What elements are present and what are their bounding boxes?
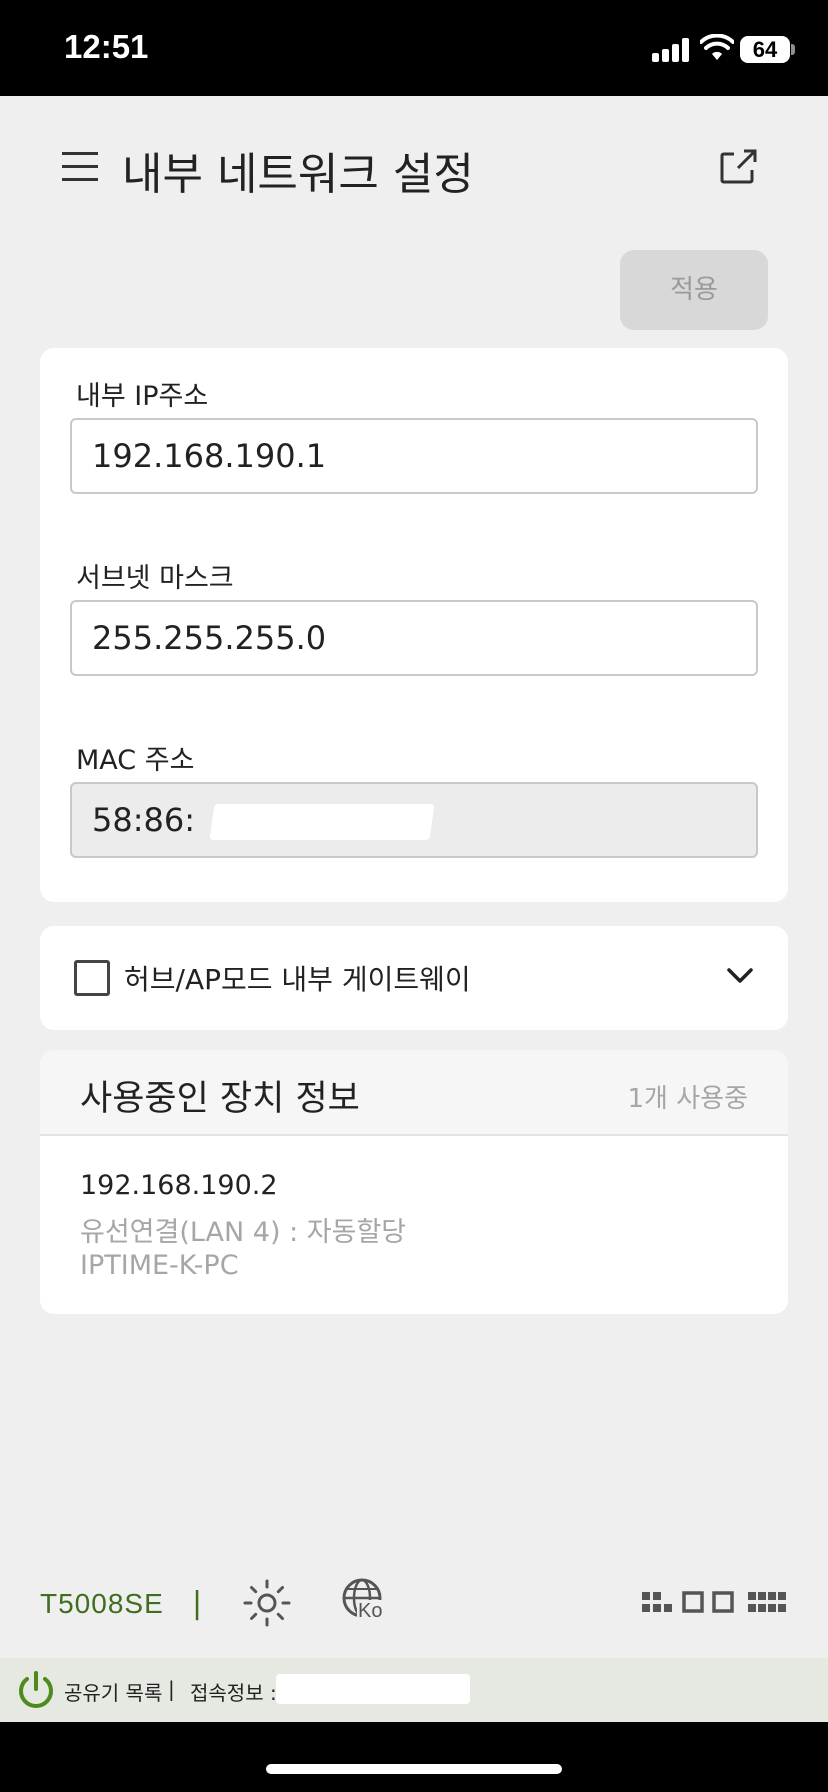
subnet-mask-input[interactable]: 255.255.255.0 <box>70 600 758 676</box>
info-separator: | <box>168 1677 175 1701</box>
mac-address-label: MAC 주소 <box>76 745 195 776</box>
device-ip: 192.168.190.2 <box>80 1170 278 1201</box>
language-code[interactable]: Ko <box>357 1600 384 1623</box>
brightness-icon[interactable] <box>242 1578 292 1628</box>
battery-nub <box>791 44 795 55</box>
redaction-mark <box>276 1674 470 1704</box>
home-indicator-area <box>0 1722 828 1792</box>
model-separator: | <box>192 1586 203 1621</box>
ip-address-label: 내부 IP주소 <box>76 381 209 412</box>
device-name: IPTIME-K-PC <box>80 1250 239 1281</box>
hub-ap-mode-checkbox[interactable] <box>74 960 110 996</box>
status-time: 12:51 <box>64 28 149 65</box>
devices-count: 1개 사용중 <box>627 1084 749 1114</box>
device-connection: 유선연결(LAN 4) : 자동할당 <box>80 1217 407 1248</box>
bottom-info-bar: 공유기 목록 | 접속정보 : <box>0 1658 828 1722</box>
chevron-down-icon[interactable] <box>726 966 754 986</box>
network-settings-card: 내부 IP주소 192.168.190.1 서브넷 마스크 255.255.25… <box>40 348 788 902</box>
power-icon[interactable] <box>16 1670 56 1710</box>
mac-address-value: 58:86: <box>92 801 195 839</box>
hub-ap-mode-label: 허브/AP모드 내부 게이트웨이 <box>124 963 471 996</box>
devices-card: 사용중인 장치 정보 1개 사용중 192.168.190.2 유선연결(LAN… <box>40 1050 788 1314</box>
footer-toolbar: T5008SE | Ko <box>0 1566 828 1642</box>
share-icon[interactable] <box>718 146 758 186</box>
status-bar: 12:51 64 <box>0 0 828 96</box>
header: 내부 네트워크 설정 <box>0 96 828 236</box>
battery-indicator: 64 <box>740 36 790 63</box>
router-list-link[interactable]: 공유기 목록 <box>64 1677 162 1706</box>
mac-address-field: 58:86: <box>70 782 758 858</box>
home-indicator[interactable] <box>266 1764 562 1774</box>
redaction-mark <box>209 804 435 840</box>
cellular-signal-icon <box>652 38 692 62</box>
apply-button[interactable]: 적용 <box>620 250 768 330</box>
wifi-icon <box>700 34 734 60</box>
ip-address-input[interactable]: 192.168.190.1 <box>70 418 758 494</box>
app-screen: 내부 네트워크 설정 적용 내부 IP주소 192.168.190.1 서브넷 … <box>0 96 828 1722</box>
subnet-mask-label: 서브넷 마스크 <box>76 563 234 594</box>
devices-title: 사용중인 장치 정보 <box>80 1079 360 1119</box>
hamburger-menu-icon[interactable] <box>62 150 98 182</box>
router-model: T5008SE <box>40 1588 164 1619</box>
hub-ap-mode-card[interactable]: 허브/AP모드 내부 게이트웨이 <box>40 926 788 1030</box>
devices-header: 사용중인 장치 정보 1개 사용중 <box>40 1050 788 1136</box>
page-title: 내부 네트워크 설정 <box>122 149 474 200</box>
port-status-icon <box>642 1591 786 1613</box>
connection-info-label: 접속정보 : <box>190 1681 277 1705</box>
